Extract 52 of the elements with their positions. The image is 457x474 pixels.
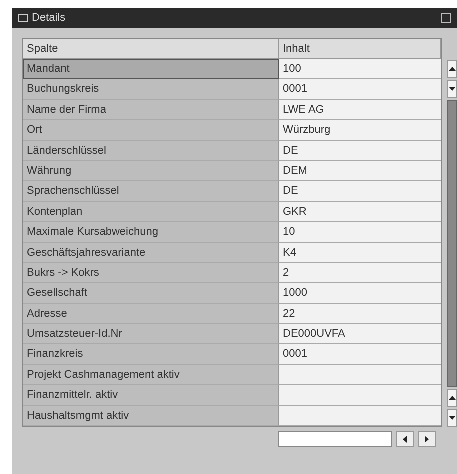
maximize-icon[interactable] xyxy=(441,13,451,23)
table-cell: Mandant xyxy=(23,59,279,80)
table-cell: Buchungskreis xyxy=(23,79,279,100)
down-arrow-icon xyxy=(448,416,456,420)
table-cell: Kontenplan xyxy=(23,202,279,222)
input-field[interactable] xyxy=(278,431,392,448)
scrollbar[interactable] xyxy=(447,60,457,428)
table-cell: Name der Firma xyxy=(23,100,279,120)
table-cell: 0001 xyxy=(279,79,441,100)
table-cell: DE xyxy=(279,140,441,161)
scroll-up-button[interactable] xyxy=(447,389,457,408)
column-header[interactable]: Inhalt xyxy=(279,39,441,59)
table-cell: 100 xyxy=(279,59,441,80)
table-cell: 1000 xyxy=(279,283,441,304)
table-cell: Adresse xyxy=(23,304,279,324)
table-cell: Würzburg xyxy=(279,120,441,141)
table-cell: Finanzkreis xyxy=(23,344,279,365)
down-arrow-icon xyxy=(448,87,456,91)
table-cell: Projekt Cashmanagement aktiv xyxy=(23,364,279,386)
window-title: Details xyxy=(32,12,66,24)
window-icon xyxy=(18,14,28,22)
scroll-up-button[interactable] xyxy=(447,60,457,78)
table-cell: Währung xyxy=(23,160,279,182)
up-arrow-icon xyxy=(448,67,456,71)
next-button[interactable] xyxy=(418,431,436,448)
scroll-down-button[interactable] xyxy=(447,409,457,428)
table-cell: 0001 xyxy=(279,344,441,365)
table-cell: Finanzmittelr. aktiv xyxy=(23,385,279,406)
table-cell: DE xyxy=(279,181,441,202)
table-cell: 2 xyxy=(279,262,441,284)
table-cell: Ort xyxy=(23,120,279,141)
left-arrow-icon xyxy=(403,436,407,443)
table-cell: DE000UVFA xyxy=(279,324,441,344)
table-cell: LWE AG xyxy=(279,100,441,120)
table-cell: 10 xyxy=(279,222,441,243)
previous-button[interactable] xyxy=(396,431,414,448)
table-cell: Gesellschaft xyxy=(23,283,279,304)
table-cell: Geschäftsjahresvariante xyxy=(23,242,279,263)
scroll-down-button[interactable] xyxy=(447,80,457,98)
table-cell: Bukrs -> Kokrs xyxy=(23,262,279,284)
table-cell: Haushaltsmgmt aktiv xyxy=(23,406,279,426)
table-cell: 22 xyxy=(279,304,441,324)
table-cell: Umsatzsteuer-Id.Nr xyxy=(23,324,279,344)
up-arrow-icon xyxy=(448,396,456,400)
right-arrow-icon xyxy=(425,436,429,443)
table-cell: Sprachenschlüssel xyxy=(23,181,279,202)
table-cell: GKR xyxy=(279,202,441,222)
table-cell: K4 xyxy=(279,242,441,263)
column-header[interactable]: Spalte xyxy=(23,39,279,59)
table-cell: DEM xyxy=(279,160,441,182)
table-cell: Maximale Kursabweichung xyxy=(23,222,279,243)
table-cell: Länderschlüssel xyxy=(23,140,279,161)
